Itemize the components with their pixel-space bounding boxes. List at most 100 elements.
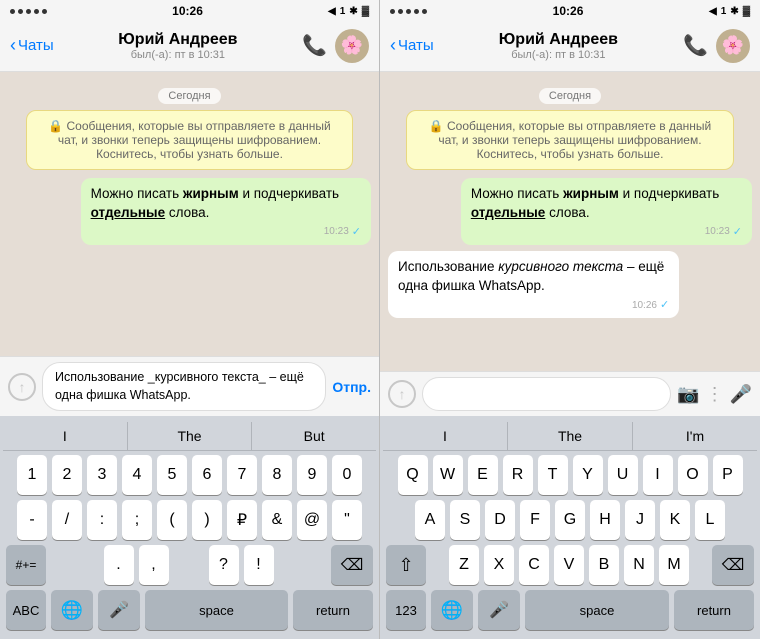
chat-area-right: Сегодня 🔒 Сообщения, которые вы отправля… — [380, 72, 760, 371]
chevron-left-icon-right: ‹ — [390, 35, 396, 56]
avatar-right[interactable]: 🌸 — [716, 29, 750, 63]
key-x[interactable]: X — [484, 545, 514, 585]
key-v[interactable]: V — [554, 545, 584, 585]
key-semicolon[interactable]: ; — [122, 500, 152, 540]
call-icon-right[interactable]: 📞 — [683, 33, 708, 58]
status-icons-right: ◀ 1 ✱ ▓ — [709, 6, 750, 17]
suggestion-2-left[interactable]: The — [128, 422, 253, 450]
key-dot[interactable]: . — [104, 545, 134, 585]
system-message-left[interactable]: 🔒 Сообщения, которые вы отправляете в да… — [26, 110, 353, 170]
camera-icon-right[interactable]: 📷 — [677, 384, 699, 405]
key-s[interactable]: S — [450, 500, 480, 540]
space-key-right[interactable]: space — [525, 590, 669, 630]
key-f[interactable]: F — [520, 500, 550, 540]
key-g[interactable]: G — [555, 500, 585, 540]
scroll-up-button-left[interactable]: ↑ — [8, 373, 36, 401]
key-4[interactable]: 4 — [122, 455, 152, 495]
suggestion-2-right[interactable]: The — [508, 422, 633, 450]
key-amp[interactable]: & — [262, 500, 292, 540]
key-123[interactable]: 123 — [386, 590, 426, 630]
key-question[interactable]: ? — [209, 545, 239, 585]
key-o[interactable]: O — [678, 455, 708, 495]
key-abc[interactable]: ABC — [6, 590, 46, 630]
key-exclaim[interactable]: ! — [244, 545, 274, 585]
key-comma[interactable]: , — [139, 545, 169, 585]
key-u[interactable]: U — [608, 455, 638, 495]
suggestion-1-right[interactable]: I — [383, 422, 508, 450]
key-h[interactable]: H — [590, 500, 620, 540]
key-hashplus[interactable]: #+= — [6, 545, 46, 585]
mic-key-left[interactable]: 🎤 — [98, 590, 140, 630]
key-c[interactable]: C — [519, 545, 549, 585]
key-r[interactable]: R — [503, 455, 533, 495]
key-row-sym-left: - / : ; ( ) ₽ & @ " — [3, 500, 376, 540]
call-icon-left[interactable]: 📞 — [302, 33, 327, 58]
key-k[interactable]: K — [660, 500, 690, 540]
back-button-left[interactable]: ‹ Чаты — [10, 35, 54, 56]
key-minus[interactable]: - — [17, 500, 47, 540]
key-0[interactable]: 0 — [332, 455, 362, 495]
return-key-right[interactable]: return — [674, 590, 754, 630]
key-y[interactable]: Y — [573, 455, 603, 495]
backspace-key-left[interactable]: ⌫ — [331, 545, 373, 585]
bluetooth-icon-left: ✱ — [349, 6, 357, 17]
key-t[interactable]: T — [538, 455, 568, 495]
panel-left: 10:26 ◀ 1 ✱ ▓ ‹ Чаты Юрий Андреев был(-а… — [0, 0, 380, 639]
suggestion-3-left[interactable]: But — [252, 422, 376, 450]
key-2[interactable]: 2 — [52, 455, 82, 495]
key-l[interactable]: L — [695, 500, 725, 540]
globe-key-left[interactable]: 🌐 — [51, 590, 93, 630]
date-label-right: Сегодня — [388, 86, 752, 104]
panel-right: 10:26 ◀ 1 ✱ ▓ ‹ Чаты Юрий Андреев был(-а… — [380, 0, 760, 639]
mic-key-right[interactable]: 🎤 — [478, 590, 520, 630]
key-a[interactable]: A — [415, 500, 445, 540]
send-button-left[interactable]: Отпр. — [332, 379, 371, 395]
key-e[interactable]: E — [468, 455, 498, 495]
key-8[interactable]: 8 — [262, 455, 292, 495]
key-d[interactable]: D — [485, 500, 515, 540]
key-m[interactable]: M — [659, 545, 689, 585]
key-9[interactable]: 9 — [297, 455, 327, 495]
chat-header-right: ‹ Чаты Юрий Андреев был(-а): пт в 10:31 … — [380, 20, 760, 72]
system-message-right[interactable]: 🔒 Сообщения, которые вы отправляете в да… — [406, 110, 734, 170]
scroll-up-button-right[interactable]: ↑ — [388, 380, 416, 408]
key-at[interactable]: @ — [297, 500, 327, 540]
key-6[interactable]: 6 — [192, 455, 222, 495]
key-slash[interactable]: / — [52, 500, 82, 540]
return-key-left[interactable]: return — [293, 590, 373, 630]
battery-icon-left: ▓ — [362, 6, 369, 17]
message-input-left[interactable]: Использование _курсивного текста_ – ещё … — [42, 362, 326, 411]
key-i[interactable]: I — [643, 455, 673, 495]
key-b[interactable]: B — [589, 545, 619, 585]
status-dots-left — [10, 9, 47, 14]
key-paren-open[interactable]: ( — [157, 500, 187, 540]
message-input-right[interactable] — [422, 377, 671, 411]
checkmark-left: ✓ — [352, 225, 361, 240]
key-q[interactable]: Q — [398, 455, 428, 495]
globe-key-right[interactable]: 🌐 — [431, 590, 473, 630]
key-3[interactable]: 3 — [87, 455, 117, 495]
backspace-key-right[interactable]: ⌫ — [712, 545, 754, 585]
key-paren-close[interactable]: ) — [192, 500, 222, 540]
key-1[interactable]: 1 — [17, 455, 47, 495]
key-ruble[interactable]: ₽ — [227, 500, 257, 540]
space-key-left[interactable]: space — [145, 590, 288, 630]
shift-key-right[interactable]: ⇧ — [386, 545, 426, 585]
more-icon-right[interactable]: ⋮ — [706, 384, 724, 405]
key-colon[interactable]: : — [87, 500, 117, 540]
suggestion-3-right[interactable]: I'm — [633, 422, 757, 450]
mic-icon-right[interactable]: 🎤 — [730, 384, 752, 405]
key-p[interactable]: P — [713, 455, 743, 495]
key-z[interactable]: Z — [449, 545, 479, 585]
avatar-left[interactable]: 🌸 — [335, 29, 369, 63]
key-quote[interactable]: " — [332, 500, 362, 540]
back-button-right[interactable]: ‹ Чаты — [390, 35, 434, 56]
key-j[interactable]: J — [625, 500, 655, 540]
suggestion-1-left[interactable]: I — [3, 422, 128, 450]
key-7[interactable]: 7 — [227, 455, 257, 495]
status-time-left: 10:26 — [172, 4, 203, 18]
header-center-right: Юрий Андреев был(-а): пт в 10:31 — [434, 30, 683, 61]
key-n[interactable]: N — [624, 545, 654, 585]
key-w[interactable]: W — [433, 455, 463, 495]
key-5[interactable]: 5 — [157, 455, 187, 495]
